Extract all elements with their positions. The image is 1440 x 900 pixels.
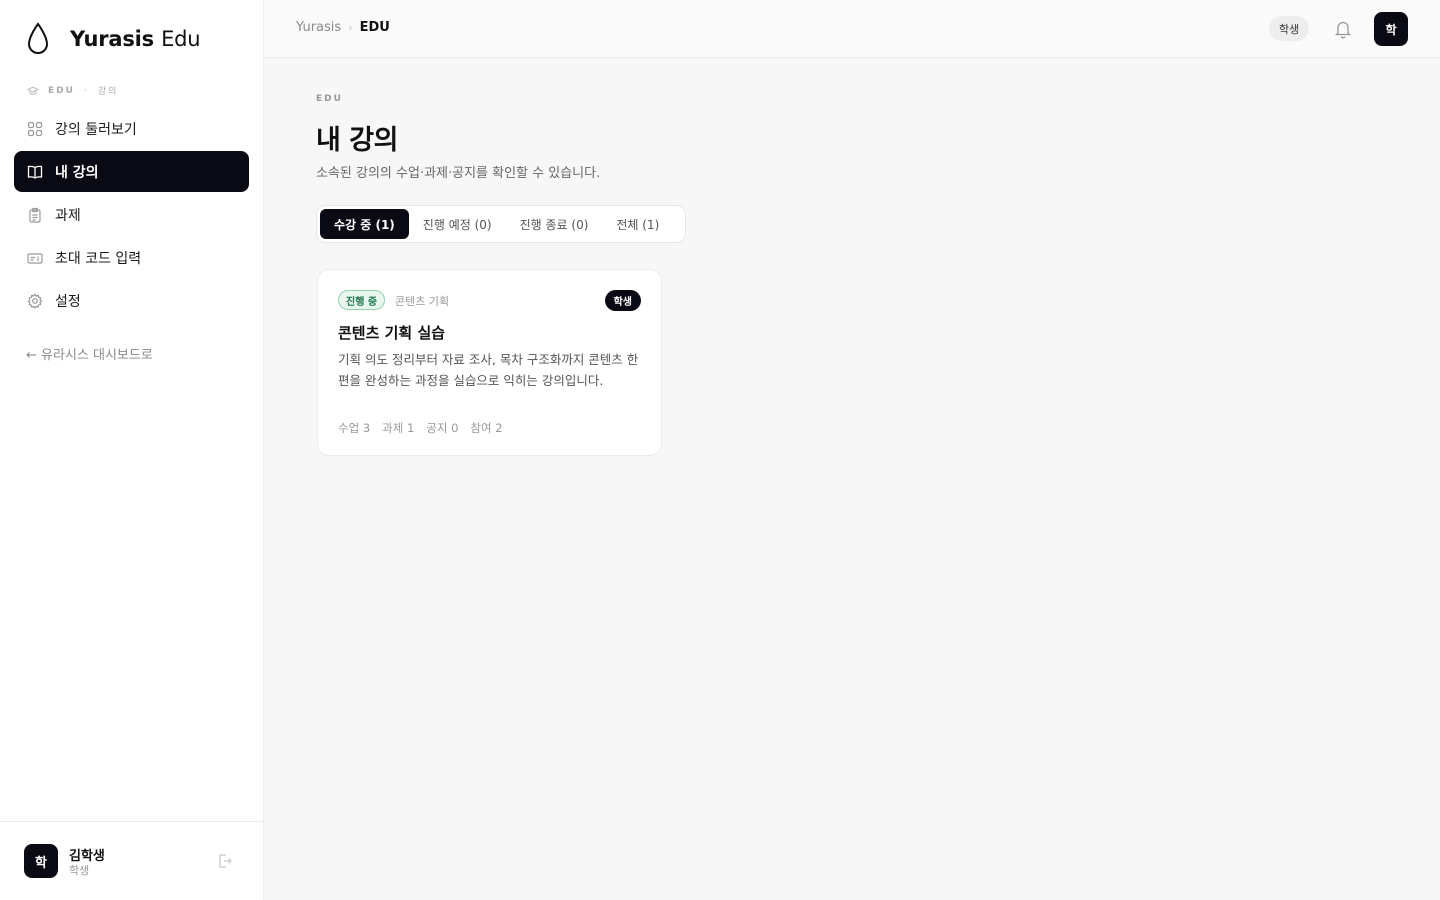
logout-icon[interactable] [217,853,233,869]
tab-enrolled[interactable]: 수강 중 (1) [320,209,409,239]
sidebar-item-label: 초대 코드 입력 [55,250,142,267]
breadcrumb-root[interactable]: Yurasis [296,20,341,35]
book-icon [27,165,43,179]
stat-notices: 공지 0 [426,421,459,435]
avatar[interactable]: 학 [24,844,58,878]
header-avatar[interactable]: 학 [1374,12,1408,46]
sidebar-nav: 강의 둘러보기 내 강의 과제 초대 코드 입력 설정 [14,108,249,323]
bell-icon[interactable] [1334,19,1352,39]
course-title: 콘텐츠 기획 실습 [338,324,446,342]
role-chip: 학생 [1269,16,1310,41]
brand-logo[interactable]: Yurasis Edu [26,22,201,56]
back-to-dashboard-link[interactable]: ← 유라시스 대시보드로 [26,344,153,363]
breadcrumb-current: EDU [359,20,390,35]
tab-upcoming[interactable]: 진행 예정 (0) [409,209,506,239]
page-eyebrow: EDU [316,94,343,104]
tab-ended[interactable]: 진행 종료 (0) [506,209,603,239]
user-role: 학생 [69,864,90,877]
sidebar-item-label: 강의 둘러보기 [55,121,137,138]
tab-all[interactable]: 전체 (1) [602,209,673,239]
page-description: 소속된 강의의 수업·과제·공지를 확인할 수 있습니다. [316,166,601,181]
stat-participants: 참여 2 [470,421,503,435]
page-title: 내 강의 [316,125,398,156]
sidebar-item-settings[interactable]: 설정 [14,280,249,321]
ticket-icon [27,252,43,264]
stat-assignments: 과제 1 [382,421,415,435]
sidebar-item-my-courses[interactable]: 내 강의 [14,151,249,192]
brand-name: Yurasis Edu [70,27,201,51]
grid-icon [27,121,43,136]
sidebar-item-assignments[interactable]: 과제 [14,194,249,235]
breadcrumb-separator: › [348,21,353,34]
stat-lessons: 수업 3 [338,421,371,435]
course-filter-tabs: 수강 중 (1) 진행 예정 (0) 진행 종료 (0) 전체 (1) [316,205,686,243]
course-stats: 수업 3 과제 1 공지 0 참여 2 [338,420,515,436]
sidebar-section-label: EDU · 강의 [27,84,118,97]
role-badge: 학생 [604,290,641,311]
sidebar-item-label: 내 강의 [55,164,99,181]
status-badge: 진행 중 [338,290,386,310]
clipboard-icon [29,207,41,223]
top-header: Yurasis › EDU 학생 학 [264,0,1440,58]
sidebar: Yurasis Edu EDU · 강의 강의 둘러보기 내 강의 과제 초대 … [0,0,264,900]
sidebar-item-invite-code[interactable]: 초대 코드 입력 [14,237,249,278]
gear-icon [27,292,43,309]
sidebar-item-browse-courses[interactable]: 강의 둘러보기 [14,108,249,149]
drop-logo-icon [27,22,49,54]
user-profile: 학 김학생 학생 [0,821,263,900]
sidebar-item-label: 과제 [55,207,81,224]
course-description: 기획 의도 정리부터 자료 조사, 목차 구조화까지 콘텐츠 한 편을 완성하는… [338,352,639,388]
course-category: 콘텐츠 기획 [395,295,450,308]
sidebar-item-label: 설정 [55,293,81,310]
graduation-cap-icon [27,85,39,95]
breadcrumb: Yurasis › EDU [296,20,390,35]
course-card[interactable]: 진행 중 콘텐츠 기획 학생 콘텐츠 기획 실습 기획 의도 정리부터 자료 조… [317,269,662,456]
